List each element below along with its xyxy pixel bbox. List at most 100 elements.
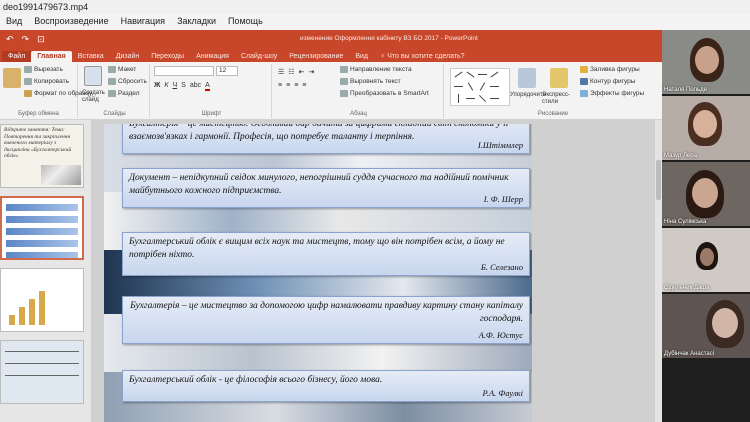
quote-box-5[interactable]: Бухгалтерський облік - це філософія всьо… (122, 370, 530, 402)
participant-video[interactable]: Наталя Польде (662, 30, 750, 94)
current-slide[interactable]: Бухгалтерія – це мистецтво. Особливий да… (104, 124, 532, 422)
justify-icon[interactable]: ≡ (302, 82, 306, 89)
shape-line-icon (490, 98, 499, 99)
participant-name: Дубінчак Анастасі (664, 351, 715, 357)
group-label-font: Шрифт (201, 111, 222, 117)
effects-icon (580, 90, 588, 97)
quote-box-3[interactable]: Бухгалтерський облік є вищим всіх наук т… (122, 232, 530, 276)
participant-video[interactable]: Дубінчак Анастасі (662, 294, 750, 358)
tab-review[interactable]: Рецензирование (283, 51, 349, 62)
align-text-button[interactable]: Выровнять текст (340, 78, 401, 85)
quote-author: І. Ф. Шерр (483, 194, 523, 204)
tab-transitions[interactable]: Переходы (145, 51, 190, 62)
align-right-icon[interactable]: ≡ (294, 82, 298, 89)
menu-bookmarks[interactable]: Закладки (177, 16, 216, 28)
cut-label: Вырезать (34, 66, 63, 73)
shadow-icon[interactable]: S (181, 82, 186, 91)
shape-line-icon (490, 86, 499, 87)
player-menu-bar: Вид Воспроизведение Навигация Закладки П… (0, 14, 750, 30)
shape-effects-button[interactable]: Эффекты фигуры (580, 90, 644, 97)
thumbnail-quote-bar (6, 240, 78, 247)
italic-icon[interactable]: К (164, 82, 168, 91)
shape-line-icon (454, 71, 463, 78)
screen: deo1991479673.mp4 Вид Воспроизведение На… (0, 0, 750, 422)
shape-line-icon (490, 71, 499, 78)
quick-styles-icon[interactable] (550, 68, 568, 88)
participant-face (693, 110, 717, 138)
scrollbar-thumb[interactable] (656, 160, 661, 200)
participant-video[interactable]: Ніна Сулімська (662, 162, 750, 226)
text-direction-button[interactable]: Направление текста (340, 66, 412, 73)
font-name-field[interactable] (154, 66, 214, 76)
group-font: 12 Ж К Ч S abc A Шрифт (152, 64, 272, 118)
shape-outline-button[interactable]: Контур фигуры (580, 78, 635, 85)
quote-box-2[interactable]: Документ – непідкупний свідок минулого, … (122, 168, 530, 208)
player-title-bar: deo1991479673.mp4 (0, 0, 750, 14)
tab-file[interactable]: Файл (2, 51, 32, 62)
new-slide-icon[interactable] (84, 66, 102, 86)
bullets-icon[interactable]: ☰ (278, 68, 284, 76)
redo-icon[interactable]: ↷ (22, 34, 30, 45)
tab-slideshow[interactable]: Слайд-шоу (235, 51, 283, 62)
menu-view[interactable]: Вид (6, 16, 22, 28)
participant-video[interactable]: Мазур Лера (662, 96, 750, 160)
arrange-icon[interactable] (518, 68, 536, 88)
fill-icon (580, 66, 588, 73)
indent-icon[interactable]: ⇤ (299, 68, 305, 76)
thumbnail-text: Відкрите заняття: Тема: Повторення та за… (4, 127, 72, 160)
strike-icon[interactable]: abc (190, 82, 201, 91)
layout-button[interactable]: Макет (108, 66, 136, 73)
smartart-button[interactable]: Преобразовать в SmartArt (340, 90, 429, 97)
font-size-field[interactable]: 12 (216, 66, 238, 76)
menu-navigation[interactable]: Навигация (121, 16, 165, 28)
quote-box-4[interactable]: Бухгалтерія – це мистецтво за допомогою … (122, 296, 530, 344)
document-title: изменение Оформлення кабінету ВЗ БО 2017… (300, 35, 478, 42)
slide-thumbnail[interactable]: Відкрите заняття: Тема: Повторення та за… (0, 124, 84, 188)
participant-video[interactable]: Сідельник Даша (662, 228, 750, 292)
tab-view[interactable]: Вид (349, 51, 374, 62)
shape-effects-label: Эффекты фигуры (590, 90, 645, 97)
scissors-icon (24, 66, 32, 73)
section-button[interactable]: Раздел (108, 90, 139, 97)
undo-icon[interactable]: ↶ (6, 34, 14, 45)
shape-fill-button[interactable]: Заливка фигуры (580, 66, 640, 73)
tab-design[interactable]: Дизайн (110, 51, 146, 62)
align-center-icon[interactable]: ≡ (286, 82, 290, 89)
shape-outline-label: Контур фигуры (590, 78, 636, 85)
tab-animation[interactable]: Анимация (190, 51, 235, 62)
copy-button[interactable]: Копировать (24, 78, 69, 85)
vertical-scrollbar[interactable] (654, 120, 662, 422)
shapes-gallery[interactable] (450, 68, 510, 106)
present-icon[interactable]: ⊡ (37, 34, 45, 45)
underline-icon[interactable]: Ч (172, 82, 177, 91)
participant-face (700, 248, 714, 266)
paste-icon[interactable] (3, 68, 21, 88)
outline-icon (580, 78, 588, 85)
ribbon-home: Вырезать Копировать Формат по образцу Бу… (0, 62, 662, 120)
tab-insert[interactable]: Вставка (72, 51, 110, 62)
slide-thumbnail[interactable] (0, 340, 84, 404)
shape-line-icon (458, 94, 459, 103)
tell-me-search[interactable]: ♀ Что вы хотите сделать? (374, 51, 471, 62)
menu-help[interactable]: Помощь (228, 16, 263, 28)
tab-home[interactable]: Главная (31, 51, 72, 62)
quick-styles-button[interactable]: Экспресс-стили (542, 92, 576, 105)
menu-playback[interactable]: Воспроизведение (34, 16, 108, 28)
cut-button[interactable]: Вырезать (24, 66, 63, 73)
reset-label: Сбросить (118, 78, 147, 85)
new-slide-button[interactable]: Создать слайд (82, 90, 106, 103)
coin-stack (29, 299, 35, 325)
shape-line-icon (478, 74, 487, 75)
font-color-icon[interactable]: A (205, 82, 210, 91)
slide-thumbnail-selected[interactable] (0, 196, 84, 260)
bold-icon[interactable]: Ж (154, 82, 160, 91)
quote-text: Бухгалтерія – це мистецтво. Особливий да… (129, 124, 509, 142)
arrange-button[interactable]: Упорядочить (510, 92, 546, 98)
thumbnail-image (41, 165, 81, 185)
align-left-icon[interactable]: ≡ (278, 82, 282, 89)
numbering-icon[interactable]: ☷ (288, 68, 294, 76)
reset-button[interactable]: Сбросить (108, 78, 147, 85)
quote-box-1[interactable]: Бухгалтерія – це мистецтво. Особливий да… (122, 124, 530, 154)
slide-thumbnail[interactable] (0, 268, 84, 332)
outdent-icon[interactable]: ⇥ (308, 68, 314, 76)
